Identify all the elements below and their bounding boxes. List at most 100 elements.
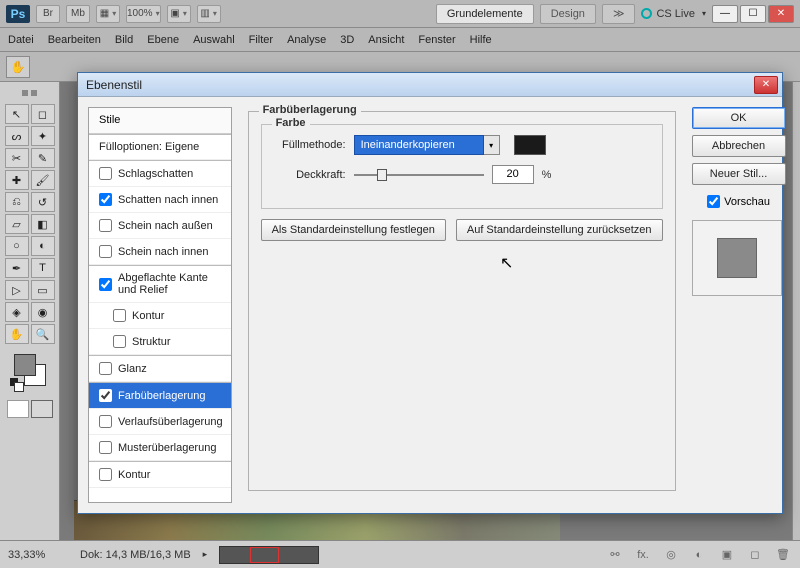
heal-tool[interactable]: ✚ (5, 170, 29, 190)
type-tool[interactable]: T (31, 258, 55, 278)
style-checkbox[interactable] (99, 193, 112, 206)
wand-tool[interactable]: ✦ (31, 126, 55, 146)
color-swatches[interactable] (10, 354, 50, 390)
screen-mode-button[interactable]: ▣ (167, 5, 191, 23)
pen-tool[interactable]: ✒ (5, 258, 29, 278)
style-row-schlagschatten[interactable]: Schlagschatten (89, 160, 231, 187)
shape-tool[interactable]: ▭ (31, 280, 55, 300)
current-tool-icon[interactable]: ✋ (6, 56, 30, 78)
stamp-tool[interactable]: ⎌ (5, 192, 29, 212)
make-default-button[interactable]: Als Standardeinstellung festlegen (261, 219, 446, 241)
standard-mode[interactable] (7, 400, 29, 418)
workspace-more[interactable]: ≫ (602, 4, 636, 24)
move-tool[interactable]: ↖ (5, 104, 29, 124)
style-checkbox[interactable] (99, 468, 112, 481)
zoom-tool[interactable]: 🔍 (31, 324, 55, 344)
menu-view[interactable]: Ansicht (368, 34, 404, 46)
fx-icon[interactable]: fx. (634, 548, 652, 562)
trash-icon[interactable]: 🗑 (774, 548, 792, 562)
window-close[interactable]: ✕ (768, 5, 794, 23)
dialog-close-button[interactable]: ✕ (754, 76, 778, 94)
style-checkbox[interactable] (99, 245, 112, 258)
window-maximize[interactable]: ☐ (740, 5, 766, 23)
workspace-secondary[interactable]: Design (540, 4, 596, 24)
path-tool[interactable]: ▷ (5, 280, 29, 300)
opacity-value[interactable]: 20 (492, 165, 534, 184)
hand-tool[interactable]: ✋ (5, 324, 29, 344)
style-checkbox[interactable] (99, 362, 112, 375)
crop-tool[interactable]: ✂ (5, 148, 29, 168)
menu-layer[interactable]: Ebene (147, 34, 179, 46)
style-row-glanz[interactable]: Glanz (89, 355, 231, 382)
window-minimize[interactable]: — (712, 5, 738, 23)
menu-filter[interactable]: Filter (249, 34, 273, 46)
opacity-slider[interactable] (354, 167, 484, 183)
quickmask-mode[interactable] (31, 400, 53, 418)
mask-icon[interactable]: ◎ (662, 548, 680, 562)
blend-mode-arrow[interactable]: ▾ (484, 135, 500, 155)
right-dock[interactable] (792, 82, 800, 540)
eyedropper-tool[interactable]: ✎ (31, 148, 55, 168)
style-row-muster-berlagerung[interactable]: Musterüberlagerung (89, 435, 231, 461)
style-row-farb-berlagerung[interactable]: Farbüberlagerung (89, 382, 231, 409)
style-row-schein-nach-innen[interactable]: Schein nach innen (89, 239, 231, 265)
preview-checkbox[interactable]: Vorschau (692, 195, 786, 208)
menu-window[interactable]: Fenster (418, 34, 455, 46)
cslive[interactable]: CS Live▾ (641, 8, 706, 20)
link-icon[interactable]: ⚯ (606, 548, 624, 562)
style-row-struktur[interactable]: Struktur (89, 329, 231, 355)
navigator-mini[interactable] (219, 546, 319, 564)
history-brush-tool[interactable]: ↺ (31, 192, 55, 212)
menu-help[interactable]: Hilfe (470, 34, 492, 46)
dialog-titlebar[interactable]: Ebenenstil ✕ (78, 73, 782, 97)
style-checkbox[interactable] (99, 219, 112, 232)
folder-icon[interactable]: ▣ (718, 548, 736, 562)
style-checkbox[interactable] (99, 167, 112, 180)
new-style-button[interactable]: Neuer Stil... (692, 163, 786, 185)
new-layer-icon[interactable]: ◻ (746, 548, 764, 562)
style-checkbox[interactable] (99, 389, 112, 402)
adjust-icon[interactable]: ◐ (690, 548, 708, 562)
brush-tool[interactable]: 🖌 (31, 170, 55, 190)
blend-options-row[interactable]: Fülloptionen: Eigene (89, 134, 231, 160)
overlay-color-swatch[interactable] (514, 135, 546, 155)
menu-edit[interactable]: Bearbeiten (48, 34, 101, 46)
preview-check-input[interactable] (707, 195, 720, 208)
lasso-tool[interactable]: ᔕ (5, 126, 29, 146)
style-row-schatten-nach-innen[interactable]: Schatten nach innen (89, 187, 231, 213)
menu-file[interactable]: Datei (8, 34, 34, 46)
status-docsize[interactable]: Dok: 14,3 MB/16,3 MB (80, 549, 191, 561)
style-checkbox[interactable] (99, 415, 112, 428)
style-row-verlaufs-berlagerung[interactable]: Verlaufsüberlagerung (89, 409, 231, 435)
foreground-color[interactable] (14, 354, 36, 376)
menu-select[interactable]: Auswahl (193, 34, 235, 46)
zoom-select[interactable]: 100% (126, 5, 161, 23)
marquee-tool[interactable]: ◻ (31, 104, 55, 124)
3d-cam-tool[interactable]: ◉ (31, 302, 55, 322)
reset-default-button[interactable]: Auf Standardeinstellung zurücksetzen (456, 219, 663, 241)
default-colors-icon[interactable] (10, 378, 22, 390)
style-checkbox[interactable] (113, 335, 126, 348)
style-checkbox[interactable] (99, 441, 112, 454)
workspace-primary[interactable]: Grundelemente (436, 4, 534, 24)
blur-tool[interactable]: ○ (5, 236, 29, 256)
style-checkbox[interactable] (113, 309, 126, 322)
gradient-tool[interactable]: ◧ (31, 214, 55, 234)
menu-image[interactable]: Bild (115, 34, 133, 46)
extras-button[interactable]: ▥ (197, 5, 221, 23)
arrange-docs-button[interactable]: ▦ (96, 5, 120, 23)
style-checkbox[interactable] (99, 278, 112, 291)
cancel-button[interactable]: Abbrechen (692, 135, 786, 157)
ok-button[interactable]: OK (692, 107, 786, 129)
style-row-schein-nach-au-en[interactable]: Schein nach außen (89, 213, 231, 239)
eraser-tool[interactable]: ▱ (5, 214, 29, 234)
dodge-tool[interactable]: ◐ (31, 236, 55, 256)
3d-tool[interactable]: ◈ (5, 302, 29, 322)
minibridge-button[interactable]: Mb (66, 5, 90, 23)
style-row-kontur[interactable]: Kontur (89, 461, 231, 488)
blend-mode-select[interactable]: Ineinanderkopieren (354, 135, 484, 155)
menu-analysis[interactable]: Analyse (287, 34, 326, 46)
bridge-button[interactable]: Br (36, 5, 60, 23)
menu-3d[interactable]: 3D (340, 34, 354, 46)
style-row-kontur[interactable]: Kontur (89, 303, 231, 329)
